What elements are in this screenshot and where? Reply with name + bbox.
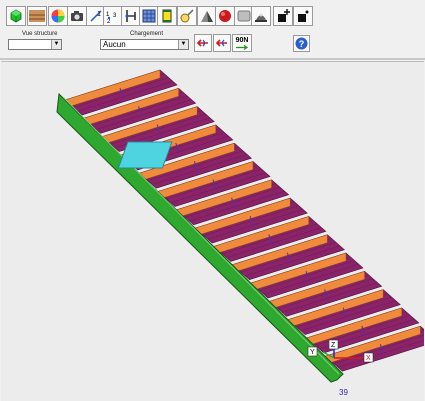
camera-icon[interactable] bbox=[67, 6, 87, 26]
node-number-label: 39 bbox=[339, 388, 348, 397]
vue-structure-select[interactable]: ▼ bbox=[8, 39, 62, 50]
toolbar: 1 132 Vue structure ▼ Chargement Aucun ▼ bbox=[0, 0, 425, 60]
connections-icon[interactable] bbox=[121, 6, 141, 26]
staircase-model[interactable]: Y Z X 39 bbox=[1, 62, 424, 401]
svg-text:1: 1 bbox=[97, 11, 101, 18]
load-arrow-right-button[interactable] bbox=[213, 34, 231, 52]
robot-icon[interactable] bbox=[251, 6, 271, 26]
chargement-label: Chargement bbox=[130, 31, 164, 37]
axis-z-label: Z bbox=[331, 342, 336, 349]
axis-x-label: X bbox=[366, 355, 371, 362]
yellow-beam-icon[interactable] bbox=[157, 6, 177, 26]
chevron-down-icon[interactable]: ▼ bbox=[178, 40, 188, 49]
svg-text:2: 2 bbox=[107, 19, 111, 24]
chargement-select[interactable]: Aucun ▼ bbox=[100, 39, 189, 50]
red-sphere-icon[interactable] bbox=[215, 6, 235, 26]
chargement-value: Aucun bbox=[103, 40, 126, 49]
chevron-down-icon[interactable]: ▼ bbox=[51, 40, 61, 49]
toolbar-separator bbox=[0, 58, 425, 60]
render-icon[interactable] bbox=[197, 6, 217, 26]
vue-structure-label: Vue structure bbox=[22, 31, 58, 37]
color-wheel-icon[interactable] bbox=[48, 6, 68, 26]
load-value-button[interactable]: 90N bbox=[232, 34, 252, 52]
arrow-right-icon bbox=[236, 44, 249, 50]
mesh-grid-icon[interactable] bbox=[139, 6, 159, 26]
help-button[interactable]: ? bbox=[293, 35, 310, 52]
green-cube-icon[interactable] bbox=[6, 6, 26, 26]
numbering-icon[interactable]: 132 bbox=[103, 6, 123, 26]
help-label: ? bbox=[298, 38, 305, 49]
stair-treads bbox=[64, 69, 424, 372]
node-plus-icon[interactable] bbox=[273, 6, 293, 26]
texture-icon[interactable] bbox=[27, 6, 47, 26]
selected-tread[interactable] bbox=[117, 141, 173, 169]
node-icon[interactable] bbox=[293, 6, 313, 26]
lighting-icon[interactable] bbox=[177, 6, 197, 26]
load-value-label: 90N bbox=[235, 36, 249, 44]
3d-viewport[interactable]: Y Z X 39 bbox=[1, 61, 424, 401]
svg-text:3: 3 bbox=[113, 13, 117, 19]
axis-y-label: Y bbox=[310, 349, 315, 356]
load-arrow-left-button[interactable] bbox=[194, 34, 212, 52]
